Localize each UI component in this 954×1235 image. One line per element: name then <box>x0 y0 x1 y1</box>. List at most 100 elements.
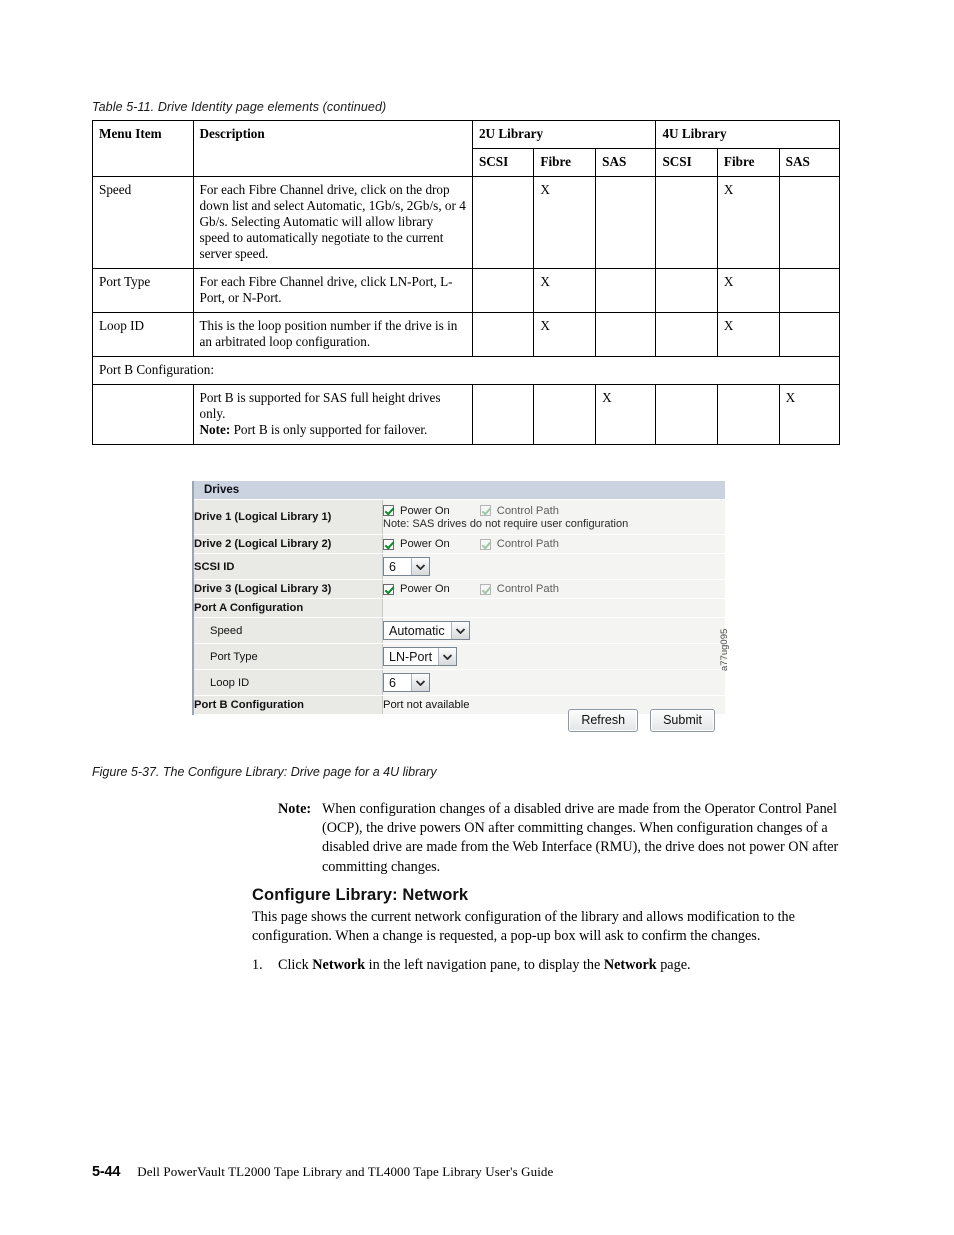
scsi-id-select[interactable]: 6 <box>383 557 430 576</box>
port-a-configuration-value <box>382 598 725 618</box>
drives-settings-table: Drive 1 (Logical Library 1) Power On Con… <box>194 500 725 715</box>
section-body: This page shows the current network conf… <box>252 909 795 944</box>
footer-page-number: 5-44 <box>92 1164 121 1180</box>
port-type-selected-value: LN-Port <box>384 648 439 665</box>
cell-port-b-configuration-heading: Port B Configuration: <box>92 356 840 385</box>
drive-3-controls: Power On Control Path <box>382 579 725 599</box>
document-page: Table 5-11. Drive Identity page elements… <box>0 0 954 1235</box>
cell-4u-sas <box>778 176 841 269</box>
power-on-checkbox[interactable] <box>383 505 394 516</box>
cell-2u-scsi <box>471 312 535 357</box>
loop-id-row: Loop ID 6 <box>194 669 725 696</box>
cell-4u-scsi <box>655 384 718 445</box>
power-on-label: Power On <box>400 583 450 595</box>
rmu-drives-panel: Drives Drive 1 (Logical Library 1) Power… <box>192 481 725 715</box>
scsi-id-label: SCSI ID <box>194 553 383 580</box>
th-menu-item: Menu Item <box>92 120 194 177</box>
note-label: Note: <box>278 801 312 817</box>
port-type-label: Port Type <box>194 643 383 670</box>
control-path-label: Control Path <box>496 538 559 550</box>
cell-2u-sas <box>595 312 657 357</box>
port-type-select[interactable]: LN-Port <box>383 647 458 666</box>
power-on-checkbox[interactable] <box>383 583 394 595</box>
cell-4u-sas <box>778 268 841 313</box>
sas-note: Note: SAS drives do not require user con… <box>383 517 629 530</box>
step-bold-network-1: Network <box>312 956 366 973</box>
power-on-label: Power On <box>400 538 450 550</box>
loop-id-value: 6 <box>382 669 725 696</box>
chevron-down-icon[interactable] <box>411 558 429 575</box>
table-header-row-1: Menu Item Description 2U Library 4U Libr… <box>92 120 840 177</box>
control-path-checkbox[interactable] <box>479 538 491 550</box>
figure-id-label: a77ug095 <box>719 628 730 671</box>
th-description: Description <box>192 120 473 177</box>
cell-2u-scsi <box>471 176 535 269</box>
cell-4u-fibre: X <box>716 268 780 313</box>
speed-row: Speed Automatic <box>194 617 725 644</box>
speed-select[interactable]: Automatic <box>383 621 470 640</box>
cell-4u-fibre: X <box>716 312 780 357</box>
power-on-checkbox[interactable] <box>383 538 394 550</box>
control-path-checkbox[interactable] <box>479 583 491 595</box>
scsi-id-selected-value: 6 <box>384 558 411 575</box>
cell-4u-fibre: X <box>716 176 780 269</box>
cell-menu-item: Speed <box>92 176 194 269</box>
cell-4u-fibre <box>716 384 780 445</box>
th-2u-fibre: Fibre <box>533 148 597 177</box>
cell-2u-fibre <box>533 384 597 445</box>
table-span-row: Port B Configuration: <box>92 356 840 385</box>
cell-4u-scsi <box>655 312 718 357</box>
panel-title-drives: Drives <box>194 481 725 500</box>
th-group-2u: 2U Library <box>471 120 657 149</box>
cell-description: For each Fibre Channel drive, click on t… <box>192 176 473 269</box>
desc-line-1: Port B is supported for SAS full height … <box>199 390 441 405</box>
th-group-4u: 4U Library <box>655 120 840 149</box>
cell-4u-scsi <box>655 268 718 313</box>
loop-id-select[interactable]: 6 <box>383 673 430 692</box>
refresh-button[interactable]: Refresh <box>568 709 639 732</box>
chevron-down-icon[interactable] <box>450 622 469 639</box>
drive-3-checkbox-row: Power On Control Path <box>383 583 725 595</box>
control-path-checkbox[interactable] <box>479 505 491 516</box>
desc-note-text: Port B is only supported for failover. <box>233 422 428 437</box>
cell-4u-scsi <box>655 176 718 269</box>
section-heading: Configure Library: Network <box>252 886 469 904</box>
cell-menu-item: Loop ID <box>92 312 194 357</box>
speed-selected-value: Automatic <box>384 622 451 639</box>
th-2u-scsi: SCSI <box>471 148 535 177</box>
chevron-down-icon[interactable] <box>411 674 429 691</box>
drive-1-label: Drive 1 (Logical Library 1) <box>194 500 383 535</box>
cell-2u-sas <box>595 268 657 313</box>
speed-label: Speed <box>194 617 383 644</box>
cell-2u-sas: X <box>595 384 657 445</box>
loop-id-label: Loop ID <box>194 669 383 696</box>
step-bold-network-2: Network <box>603 956 657 973</box>
drive-2-row: Drive 2 (Logical Library 2) Power On Con… <box>194 534 725 554</box>
cell-2u-fibre: X <box>533 312 597 357</box>
cell-2u-scsi <box>471 384 535 445</box>
control-path-label: Control Path <box>496 583 559 595</box>
cell-description: This is the loop position number if the … <box>192 312 473 357</box>
cell-2u-fibre: X <box>533 268 597 313</box>
submit-button[interactable]: Submit <box>650 709 715 732</box>
cell-menu-item <box>92 384 194 445</box>
drive-3-row: Drive 3 (Logical Library 3) Power On Con… <box>194 579 725 599</box>
cell-2u-sas <box>595 176 657 269</box>
scsi-id-value: 6 <box>382 553 725 580</box>
note-block: Note: When configuration changes of a di… <box>278 800 840 877</box>
note-text: When configuration changes of a disabled… <box>322 801 839 875</box>
footer-text: Dell PowerVault TL2000 Tape Library and … <box>137 1164 554 1179</box>
figure-caption: Figure 5-37. The Configure Library: Driv… <box>92 765 437 779</box>
drive-2-checkbox-row: Power On Control Path <box>383 538 725 550</box>
cell-4u-sas <box>778 312 841 357</box>
section-configure-library-network: Configure Library: Network This page sho… <box>252 886 840 975</box>
rmu-button-bar: Refresh Submit <box>192 709 723 753</box>
control-path-label: Control Path <box>496 504 559 517</box>
cell-2u-scsi <box>471 268 535 313</box>
figure-configure-library-drive: Drives Drive 1 (Logical Library 1) Power… <box>192 481 748 753</box>
step-post: page. <box>656 956 691 973</box>
chevron-down-icon[interactable] <box>438 648 457 665</box>
speed-value: Automatic <box>382 617 725 644</box>
cell-4u-sas: X <box>778 384 841 445</box>
cell-description: Port B is supported for SAS full height … <box>192 384 473 445</box>
